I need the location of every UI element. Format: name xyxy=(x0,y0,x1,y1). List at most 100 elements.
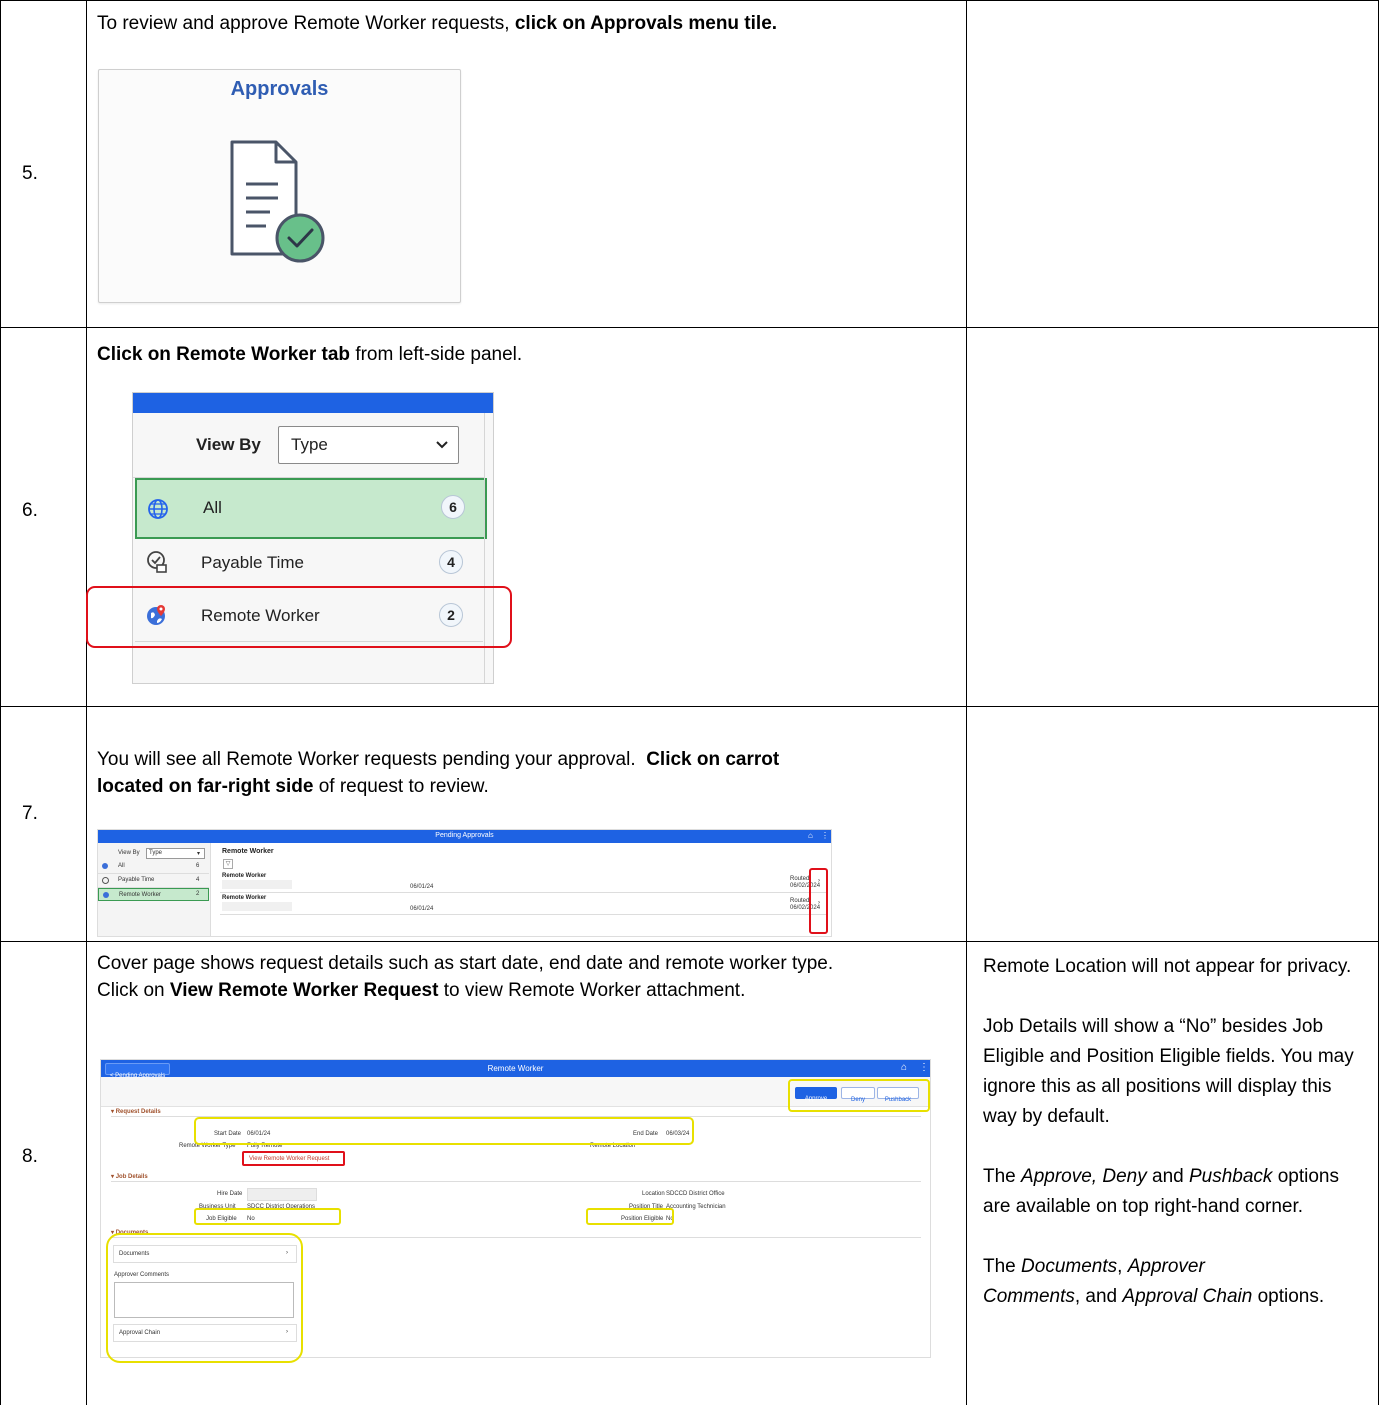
step-8-notes: Remote Location will not appear for priv… xyxy=(983,952,1363,1312)
step-6-instruction: Click on Remote Worker tab from left-sid… xyxy=(97,341,957,368)
request-dates-yellow-highlight xyxy=(194,1117,694,1145)
approvals-tile[interactable]: Approvals xyxy=(98,69,461,303)
step-8-text-1: Cover page shows request details such as… xyxy=(97,953,834,974)
step-7-text-2: of request to review. xyxy=(313,776,489,797)
note-remote-location: Remote Location will not appear for priv… xyxy=(983,956,1352,977)
chevron-down-icon: ▾ xyxy=(197,851,201,857)
globe-icon xyxy=(102,863,108,869)
payable-time-icon xyxy=(147,551,167,573)
view-request-red-highlight xyxy=(242,1151,345,1166)
pending-side-item-remote-worker[interactable]: Remote Worker 2 xyxy=(98,888,209,901)
table-col-divider-1 xyxy=(86,0,87,1405)
more-options-icon[interactable]: ⋮ xyxy=(821,831,829,840)
eligibility-yellow-highlight-2 xyxy=(586,1208,674,1225)
hire-date-label: Hire Date xyxy=(217,1191,243,1197)
step-7-text-bold-1: Click on carrot xyxy=(646,749,780,770)
view-by-select[interactable]: Type xyxy=(278,426,459,464)
home-icon[interactable]: ⌂ xyxy=(808,831,813,840)
step-number-6: 6. xyxy=(22,500,38,521)
pending-request-row-1[interactable]: Remote Worker 06/01/24 Routed 06/02/2024… xyxy=(220,872,826,893)
side-item-payable-time-label: Payable Time xyxy=(201,553,304,572)
job-details-heading[interactable]: ▾ Job Details xyxy=(111,1173,148,1180)
pending-side-item-payable-time[interactable]: Payable Time 4 xyxy=(98,874,209,888)
pending-side-item-remote-worker-label: Remote Worker xyxy=(119,892,161,898)
action-buttons-yellow-highlight xyxy=(788,1079,930,1112)
table-border-top xyxy=(0,0,1379,1)
cover-header-bar: < Pending Approvals Remote Worker ⌂ ⋮ xyxy=(101,1060,930,1079)
step-5-instruction: To review and approve Remote Worker requ… xyxy=(97,10,957,37)
pending-header-title: Pending Approvals xyxy=(435,832,494,839)
request-details-heading[interactable]: ▾ Request Details xyxy=(111,1108,161,1115)
filter-icon[interactable]: ▽ xyxy=(223,859,233,869)
documents-panel-yellow-highlight xyxy=(106,1233,303,1363)
note-actions-text-2: and xyxy=(1146,1166,1189,1187)
job-details-divider xyxy=(111,1181,921,1182)
pending-side-item-payable-time-count: 4 xyxy=(196,877,200,883)
approvals-tile-title: Approvals xyxy=(230,78,329,100)
remote-worker-globe-pin-icon xyxy=(103,892,109,898)
pending-row-2-name-redacted xyxy=(222,902,292,911)
pending-row-1-status: Routed xyxy=(790,876,810,882)
hire-date-redacted xyxy=(247,1188,317,1201)
pending-row-1-name-redacted xyxy=(222,880,292,889)
request-details-heading-text: Request Details xyxy=(115,1109,161,1115)
table-border-left xyxy=(0,0,1,1405)
approval-document-icon xyxy=(230,140,325,263)
pending-side-panel: View By Type ▾ All 6 Payable Time 4 Remo… xyxy=(98,843,211,936)
location-value: SDCCD District Office xyxy=(666,1191,725,1197)
note-documents-text-3: , and xyxy=(1074,1286,1123,1307)
cover-header-title: Remote Worker xyxy=(487,1064,544,1073)
step-number-5: 5. xyxy=(22,163,38,184)
carrot-red-highlight xyxy=(809,868,828,934)
pending-row-1-title: Remote Worker xyxy=(222,873,267,879)
side-item-all-count: 6 xyxy=(441,495,465,519)
note-documents: The Documents, Approver Comments, and Ap… xyxy=(983,1252,1363,1312)
pending-row-1-date: 06/01/24 xyxy=(410,884,434,890)
pending-row-2-status: Routed xyxy=(790,898,810,904)
side-item-all-label: All xyxy=(203,498,222,517)
job-details-heading-text: Job Details xyxy=(115,1174,148,1180)
step-number-8: 8. xyxy=(22,1146,38,1167)
pending-view-by-select[interactable]: Type ▾ xyxy=(146,848,205,859)
note-documents-text-2: , xyxy=(1117,1256,1128,1277)
side-item-all[interactable]: All 6 xyxy=(135,478,487,539)
step-7-instruction: You will see all Remote Worker requests … xyxy=(97,746,957,800)
pending-view-by-value: Type xyxy=(149,850,163,856)
view-by-select-value: Type xyxy=(291,435,328,454)
table-col-divider-2 xyxy=(966,0,967,1405)
note-actions-italic-1: Approve, Deny xyxy=(1021,1166,1147,1187)
pending-side-item-all[interactable]: All 6 xyxy=(98,860,209,874)
pending-row-2-date: 06/01/24 xyxy=(410,906,434,912)
pending-request-row-2[interactable]: Remote Worker 06/01/24 Routed 06/02/2024… xyxy=(220,894,826,915)
note-actions: The Approve, Deny and Pushback options a… xyxy=(983,1162,1363,1222)
location-label: Location xyxy=(642,1191,665,1197)
pending-section-title: Remote Worker xyxy=(222,848,274,855)
position-title-value: Accounting Technician xyxy=(666,1204,726,1210)
pending-header-bar: Pending Approvals ⌂ ⋮ xyxy=(98,830,831,843)
view-by-label: View By xyxy=(196,435,261,454)
step-number-7: 7. xyxy=(22,803,38,824)
pending-side-item-all-count: 6 xyxy=(196,863,200,869)
more-options-icon[interactable]: ⋮ xyxy=(919,1062,929,1073)
step-6-text-bold: Click on Remote Worker tab xyxy=(97,344,351,365)
home-icon[interactable]: ⌂ xyxy=(901,1062,907,1073)
eligibility-yellow-highlight-1 xyxy=(194,1208,341,1225)
note-job-details: Job Details will show a “No” besides Job… xyxy=(983,1016,1354,1127)
note-documents-text-4: options. xyxy=(1252,1286,1325,1307)
note-actions-text-1: The xyxy=(983,1166,1022,1187)
step-5-text: To review and approve Remote Worker requ… xyxy=(97,13,515,34)
step-8-text-bold: View Remote Worker Request xyxy=(169,980,439,1001)
step-7-text-1: You will see all Remote Worker requests … xyxy=(97,749,647,770)
table-row-divider-3 xyxy=(0,941,1379,942)
note-documents-text-1: The xyxy=(983,1256,1022,1277)
panel-header-bar xyxy=(133,393,493,413)
pending-side-item-remote-worker-count: 2 xyxy=(196,891,200,897)
chevron-down-icon xyxy=(436,441,448,449)
note-actions-italic-2: Pushback xyxy=(1188,1166,1273,1187)
step-8-instruction: Cover page shows request details such as… xyxy=(97,950,962,1004)
note-documents-italic-3: Approval Chain xyxy=(1122,1286,1253,1307)
step-5-text-bold: click on Approvals menu tile. xyxy=(514,13,778,34)
side-item-payable-time[interactable]: Payable Time 4 xyxy=(135,538,483,587)
step-7-text-bold-2: located on far-right side xyxy=(97,776,314,797)
step-8-text-3: to view Remote Worker attachment. xyxy=(438,980,746,1001)
